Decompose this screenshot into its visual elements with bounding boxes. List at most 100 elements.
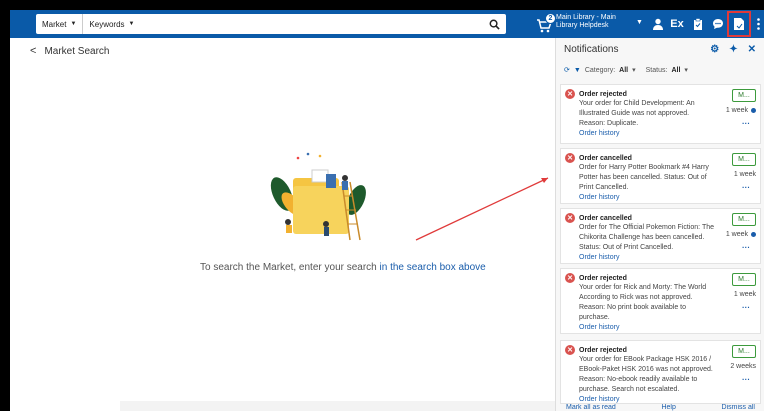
notification-time-text: 1 week [725, 231, 748, 238]
filter-icon[interactable]: ▼ [574, 67, 581, 74]
notification-time-text: 1 week [725, 107, 748, 114]
cart-count-badge: 2 [545, 13, 556, 24]
notification-action-button[interactable]: M... [732, 213, 756, 226]
library-selector[interactable]: Main Library - Main Library Helpdesk [556, 14, 636, 30]
notification-action-button[interactable]: M... [732, 273, 756, 286]
notification-time: 1 week [734, 291, 756, 298]
notification-body: Your order for EBook Package HSK 2016 / … [579, 355, 715, 405]
notification-heading: Order rejected [579, 90, 627, 98]
order-history-link[interactable]: Order history [579, 129, 715, 139]
search-icon[interactable] [482, 14, 506, 34]
unread-dot-icon [751, 232, 756, 237]
notification-action-button[interactable]: M... [732, 345, 756, 358]
order-history-link[interactable]: Order history [579, 323, 715, 333]
cart-button[interactable]: 2 [536, 13, 558, 35]
dismiss-all-link[interactable]: Dismiss all [722, 404, 755, 411]
more-options-icon[interactable]: ··· [742, 183, 750, 192]
keywords-dropdown-label: Keywords [89, 19, 125, 29]
notification-text: Order for Harry Potter Bookmark #4 Harry… [579, 164, 709, 191]
error-icon: ✕ [565, 89, 575, 99]
search-input[interactable] [140, 14, 482, 34]
notification-item[interactable]: ✕ Order cancelled Order for The Official… [560, 208, 761, 264]
search-prompt-text: To search the Market, enter your search [200, 262, 380, 273]
notification-action-button[interactable]: M... [732, 89, 756, 102]
notification-time-text: 1 week [733, 171, 756, 178]
more-options-icon[interactable]: ··· [742, 119, 750, 128]
page-title-back[interactable]: < Market Search [30, 45, 109, 57]
notification-item[interactable]: ✕ Order rejected Your order for Rick and… [560, 268, 761, 334]
notification-heading: Order rejected [579, 346, 627, 354]
notification-filters: ⟳ ▼ Category: All ▾ Status: All ▾ [564, 66, 688, 75]
notification-time-text: 2 weeks [730, 363, 756, 370]
notification-action-button[interactable]: M... [732, 153, 756, 166]
chevron-down-icon[interactable]: ▾ [632, 66, 636, 74]
page-title: Market Search [44, 45, 110, 57]
settings-gear-icon[interactable]: ⚙ [710, 44, 719, 55]
notification-heading: Order cancelled [579, 214, 632, 222]
mark-all-read-link[interactable]: Mark all as read [566, 404, 616, 411]
notification-item[interactable]: ✕ Order rejected Your order for EBook Pa… [560, 340, 761, 404]
window-frame-top [0, 0, 764, 10]
notification-item[interactable]: ✕ Order rejected Your order for Child De… [560, 84, 761, 144]
order-history-link[interactable]: Order history [579, 253, 715, 263]
error-icon: ✕ [565, 153, 575, 163]
keywords-dropdown[interactable]: Keywords ▼ [83, 14, 140, 34]
notification-heading-row: ✕ Order cancelled [565, 213, 632, 223]
notification-body: Order for Harry Potter Bookmark #4 Harry… [579, 163, 715, 203]
ex-button[interactable]: Ex [668, 16, 686, 32]
error-icon: ✕ [565, 273, 575, 283]
refresh-icon[interactable]: ⟳ [564, 66, 570, 74]
library-line2: Library Helpdesk [556, 22, 609, 29]
notification-heading: Order rejected [579, 274, 627, 282]
more-menu-icon[interactable] [754, 16, 762, 32]
top-header: Market ▼ Keywords ▼ 2 Main Library - Mai… [10, 10, 764, 38]
library-line1: Main Library - Main [556, 14, 616, 21]
notifications-footer: Mark all as read Help Dismiss all [556, 404, 764, 411]
more-options-icon[interactable]: ··· [742, 375, 750, 384]
notifications-title: Notifications [564, 44, 619, 55]
status-filter-label: Status: [645, 66, 668, 74]
page-footer-strip [120, 401, 556, 411]
chevron-down-icon[interactable]: ▾ [684, 66, 688, 74]
error-icon: ✕ [565, 213, 575, 223]
category-filter-value[interactable]: All [619, 67, 628, 74]
error-icon: ✕ [565, 345, 575, 355]
chat-icon[interactable] [710, 16, 726, 32]
pin-icon[interactable]: ✦ [729, 44, 737, 55]
notification-body: Your order for Child Development: An Ill… [579, 99, 715, 139]
empty-search-illustration [270, 152, 366, 241]
help-link[interactable]: Help [661, 404, 675, 411]
notification-time: 2 weeks [730, 363, 756, 370]
notification-time: 1 week [734, 171, 756, 178]
notification-icon [734, 18, 744, 30]
unread-dot-icon [751, 108, 756, 113]
chevron-left-icon[interactable]: < [30, 45, 36, 57]
notification-heading-row: ✕ Order cancelled [565, 153, 632, 163]
user-icon[interactable] [650, 16, 666, 32]
notification-item[interactable]: ✕ Order cancelled Order for Harry Potter… [560, 148, 761, 204]
panel-header-actions: ⚙ ✦ ✕ [710, 44, 756, 55]
notification-heading: Order cancelled [579, 154, 632, 162]
chevron-down-icon[interactable]: ▼ [636, 19, 643, 26]
chevron-down-icon: ▼ [128, 21, 135, 27]
close-icon[interactable]: ✕ [748, 44, 756, 55]
notification-time-text: 1 week [733, 291, 756, 298]
notification-body: Your order for Rick and Morty: The World… [579, 283, 715, 333]
search-prompt-link[interactable]: in the search box above [380, 262, 486, 273]
notification-text: Your order for Rick and Morty: The World… [579, 284, 707, 321]
notifications-button[interactable] [727, 11, 751, 37]
notifications-panel: Notifications ⚙ ✦ ✕ ⟳ ▼ Category: All ▾ … [555, 38, 764, 411]
order-history-link[interactable]: Order history [579, 193, 715, 203]
status-filter-value[interactable]: All [671, 67, 680, 74]
notification-heading-row: ✕ Order rejected [565, 273, 627, 283]
clipboard-icon[interactable] [690, 16, 706, 32]
search-prompt: To search the Market, enter your search … [200, 262, 486, 273]
more-options-icon[interactable]: ··· [742, 303, 750, 312]
notification-time: 1 week [726, 107, 756, 114]
more-options-icon[interactable]: ··· [742, 243, 750, 252]
notification-time: 1 week [726, 231, 756, 238]
chevron-down-icon: ▼ [70, 21, 77, 27]
market-dropdown[interactable]: Market ▼ [36, 14, 84, 34]
notification-body: Order for The Official Pokemon Fiction: … [579, 223, 715, 263]
market-dropdown-label: Market [42, 19, 67, 29]
